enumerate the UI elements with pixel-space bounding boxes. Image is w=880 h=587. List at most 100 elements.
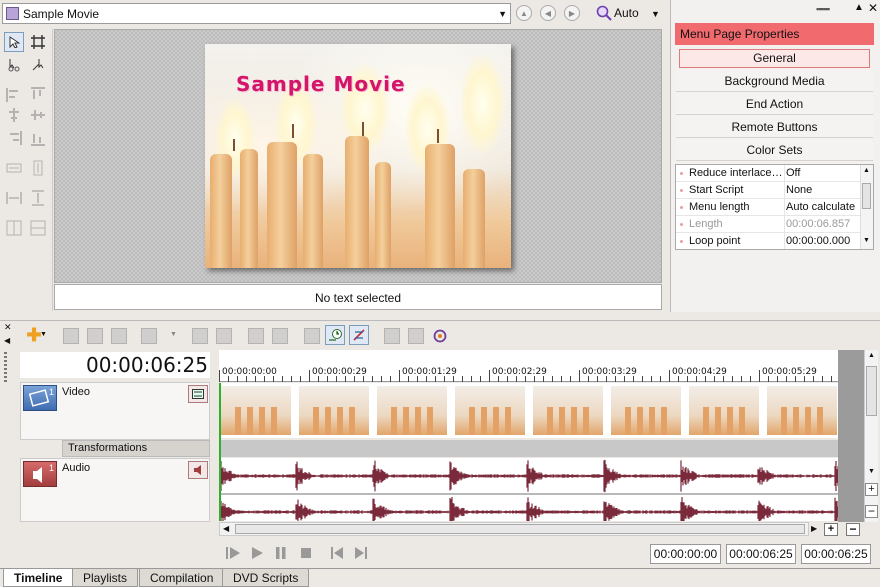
tab-playlists[interactable]: Playlists — [72, 569, 139, 587]
time-ruler[interactable]: 00:00:00:00 00:00:00:29 00:00:01:29 00:0… — [219, 350, 863, 382]
timeline-tool-10-icon[interactable] — [408, 328, 424, 344]
zoom-dropdown-icon[interactable]: ▼ — [651, 9, 660, 19]
select-tool-icon[interactable] — [4, 32, 24, 52]
video-thumbnail — [377, 386, 447, 435]
audio-track-label: Audio — [62, 462, 91, 474]
tab-timeline[interactable]: Timeline — [3, 569, 74, 587]
space-horizontal-icon[interactable] — [6, 190, 22, 206]
scroll-thumb[interactable] — [866, 366, 877, 416]
property-row[interactable]: Loop point 00:00:00.000 — [676, 233, 860, 249]
zoom-out-horizontal-icon[interactable]: − — [846, 523, 860, 536]
zoom-value[interactable]: Auto — [614, 6, 639, 20]
transformations-header[interactable]: Transformations — [62, 440, 210, 457]
video-thumbnail — [299, 386, 369, 435]
timeline-vertical-scrollbar[interactable]: ▲ ▼ + − — [864, 350, 878, 522]
timeline-tool-4-icon[interactable] — [192, 328, 208, 344]
timeline-grip-icon[interactable] — [4, 352, 7, 382]
link-select-tool-icon[interactable] — [4, 55, 24, 75]
zoom-icon[interactable] — [596, 5, 612, 21]
timeline-tool-5-icon[interactable] — [216, 328, 232, 344]
marker-dropdown-icon[interactable]: ▼ — [170, 331, 177, 338]
zoom-out-icon[interactable]: − — [865, 505, 878, 518]
property-key: Menu length — [689, 201, 750, 213]
property-row[interactable]: Menu length Auto calculate — [676, 199, 860, 216]
same-width-icon[interactable] — [6, 160, 22, 176]
section-end-action[interactable]: End Action — [676, 93, 873, 115]
ripple-toggle-icon[interactable] — [349, 325, 369, 345]
align-left-icon[interactable] — [6, 87, 22, 103]
align-right-icon[interactable] — [6, 130, 22, 146]
property-row[interactable]: Reduce interlace… Off — [676, 165, 860, 182]
panel-grip-icon[interactable]: ▪▪▪▪▪▪ — [816, 4, 830, 14]
scroll-right-icon[interactable]: ▶ — [811, 524, 817, 533]
video-track-label: Video — [62, 386, 90, 398]
snap-toggle-icon[interactable] — [325, 325, 345, 345]
section-color-sets[interactable]: Color Sets — [676, 139, 873, 161]
timeline-tool-7-icon[interactable] — [272, 328, 288, 344]
stop-icon[interactable] — [297, 546, 315, 560]
section-general[interactable]: General — [679, 49, 870, 68]
menu-page-combo-value: Sample Movie — [23, 7, 100, 21]
scroll-thumb[interactable] — [235, 524, 805, 534]
center-vertical-icon[interactable] — [30, 220, 46, 236]
play-from-start-icon[interactable] — [224, 546, 242, 560]
timeline-horizontal-scrollbar[interactable]: ◀ — [219, 522, 809, 536]
align-bottom-icon[interactable] — [30, 130, 46, 146]
video-track-toggle-icon[interactable] — [188, 385, 208, 403]
space-vertical-icon[interactable] — [30, 190, 46, 206]
center-horizontal-icon[interactable] — [6, 220, 22, 236]
pause-icon[interactable] — [272, 546, 290, 560]
zoom-in-icon[interactable]: + — [865, 483, 878, 496]
timeline-tool-3-icon[interactable] — [111, 328, 127, 344]
preview-audio-icon[interactable] — [432, 328, 448, 344]
speaker-icon[interactable] — [188, 461, 208, 479]
transformations-track[interactable] — [219, 440, 839, 457]
video-track-header[interactable]: 1 Video — [20, 382, 210, 440]
grid-tool-icon[interactable] — [28, 32, 48, 52]
next-frame-icon[interactable] — [352, 546, 370, 560]
property-row[interactable]: Start Script None — [676, 182, 860, 199]
menu-page-combo[interactable]: Sample Movie ▼ — [2, 3, 511, 24]
timeline-tool-9-icon[interactable] — [384, 328, 400, 344]
timeline-collapse-icon[interactable]: ◀ — [4, 336, 10, 345]
section-remote-buttons[interactable]: Remote Buttons — [676, 116, 873, 138]
play-icon[interactable] — [248, 546, 266, 560]
timeline-tool-2-icon[interactable] — [87, 328, 103, 344]
previous-frame-icon[interactable] — [328, 546, 346, 560]
timeline-marker-icon[interactable] — [141, 328, 157, 344]
back-icon[interactable]: ◀ — [540, 5, 556, 21]
prev-page-icon[interactable]: ▲ — [516, 5, 532, 21]
selection-start-time[interactable]: 00:00:00:00 — [650, 544, 721, 564]
audio-track-header[interactable]: 1 Audio — [20, 458, 210, 522]
properties-scrollbar[interactable]: ▲ ▼ — [860, 165, 873, 249]
timeline-close-icon[interactable]: ✕ — [4, 322, 12, 333]
timeline-tool-1-icon[interactable] — [63, 328, 79, 344]
properties-header: Menu Page Properties — [675, 23, 874, 45]
chevron-down-icon[interactable]: ▼ — [498, 9, 507, 19]
menu-background-image[interactable]: Sample Movie — [205, 44, 511, 268]
timeline-tool-8-icon[interactable] — [304, 328, 320, 344]
tab-compilation[interactable]: Compilation — [139, 569, 225, 587]
audio-track-number: 1 — [48, 463, 54, 473]
selection-end-time[interactable]: 00:00:06:25 — [726, 544, 796, 564]
align-top-icon[interactable] — [30, 87, 46, 103]
align-center-icon[interactable] — [6, 107, 22, 123]
tab-dvd-scripts[interactable]: DVD Scripts — [222, 569, 310, 587]
add-dropdown-icon[interactable]: ▼ — [40, 331, 47, 338]
scroll-thumb[interactable] — [862, 183, 871, 209]
playhead[interactable] — [219, 383, 221, 521]
timeline-tool-6-icon[interactable] — [248, 328, 264, 344]
video-clip[interactable] — [219, 383, 839, 438]
section-background-media[interactable]: Background Media — [676, 70, 873, 92]
close-icon[interactable]: ✕ — [868, 1, 878, 15]
same-height-icon[interactable] — [30, 160, 46, 176]
selection-length-time[interactable]: 00:00:06:25 — [801, 544, 871, 564]
menu-title-text[interactable]: Sample Movie — [236, 72, 406, 96]
link-tool-icon[interactable] — [28, 55, 48, 75]
panel-collapse-icon[interactable]: ▲ — [854, 2, 864, 13]
forward-icon[interactable]: ▶ — [564, 5, 580, 21]
audio-clip[interactable] — [218, 458, 839, 528]
zoom-in-horizontal-icon[interactable]: + — [824, 523, 838, 536]
ruler-label: 00:00:02:29 — [492, 367, 547, 377]
align-middle-icon[interactable] — [30, 107, 46, 123]
